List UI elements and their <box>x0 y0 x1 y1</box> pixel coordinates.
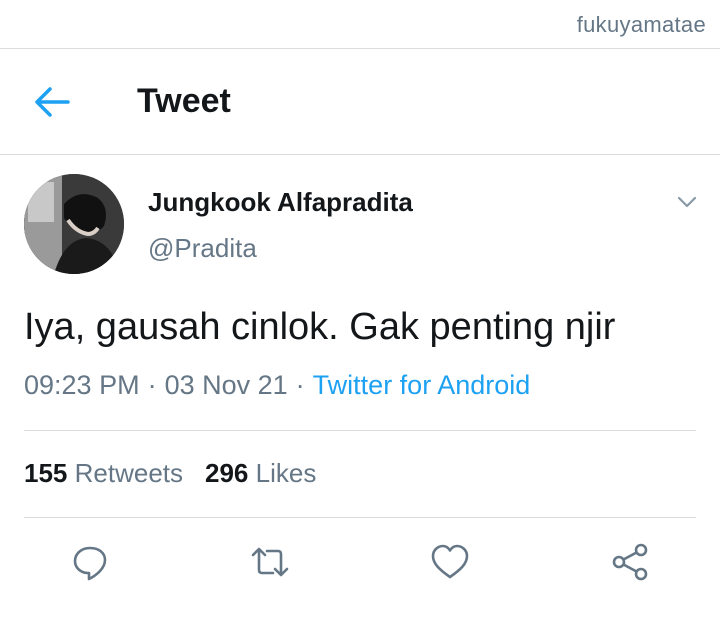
likes-count: 296 <box>205 458 249 488</box>
author-name[interactable]: Jungkook Alfapradita <box>148 187 413 218</box>
arrow-left-icon <box>35 87 70 117</box>
tweet-stats: 155 Retweets 296 Likes <box>24 458 316 489</box>
tweet-time: 09:23 PM <box>24 370 140 400</box>
tweet-menu-button[interactable] <box>676 194 698 210</box>
likes-label: Likes <box>255 458 317 488</box>
back-button[interactable] <box>34 86 70 118</box>
chevron-down-icon <box>677 196 697 208</box>
share-button[interactable] <box>608 540 652 584</box>
tweet-text: Iya, gausah cinlok. Gak penting njir <box>24 306 616 348</box>
meta-separator: · <box>295 370 305 400</box>
tweet-meta: 09:23 PM · 03 Nov 21 · Twitter for Android <box>24 370 530 401</box>
header-divider <box>0 154 720 155</box>
header: Tweet <box>0 50 720 154</box>
meta-separator: · <box>147 370 157 400</box>
share-icon <box>612 543 648 581</box>
likes-stat[interactable]: 296 Likes <box>205 458 316 488</box>
avatar[interactable] <box>24 174 124 274</box>
heart-icon <box>431 544 469 579</box>
like-button[interactable] <box>428 540 472 584</box>
author-handle[interactable]: @Pradita <box>148 233 257 264</box>
meta-divider <box>24 430 696 431</box>
retweets-label: Retweets <box>74 458 184 488</box>
avatar-photo <box>24 174 124 274</box>
retweet-button[interactable] <box>248 540 292 584</box>
reply-icon <box>73 546 107 581</box>
retweets-count: 155 <box>24 458 68 488</box>
retweet-icon <box>251 547 289 577</box>
retweets-stat[interactable]: 155 Retweets <box>24 458 183 488</box>
stats-divider <box>24 517 696 518</box>
top-divider <box>0 48 720 49</box>
action-bar <box>0 540 720 584</box>
tweet-date: 03 Nov 21 <box>164 370 288 400</box>
watermark: fukuyamatae <box>576 12 706 37</box>
reply-button[interactable] <box>68 540 112 584</box>
tweet-source-link[interactable]: Twitter for Android <box>313 370 531 400</box>
page-title: Tweet <box>137 82 231 120</box>
